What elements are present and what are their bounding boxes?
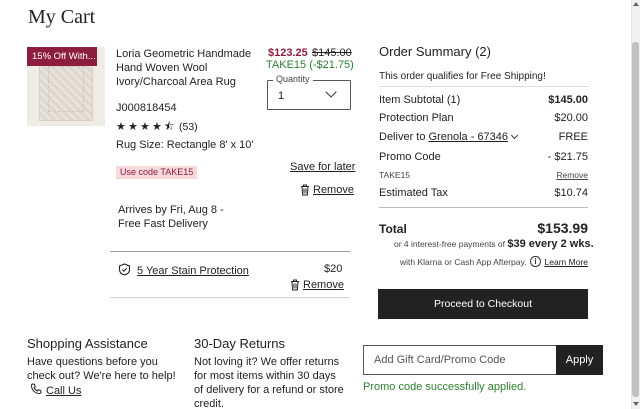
stain-protection-price: $20	[324, 263, 343, 275]
product-size: Rug Size: Rectangle 8' x 10'	[116, 139, 254, 151]
returns-title: 30-Day Returns	[194, 336, 286, 351]
info-icon[interactable]: i	[530, 256, 541, 267]
apply-button[interactable]: Apply	[556, 345, 603, 375]
divider	[110, 251, 350, 252]
deliver-to-label: Deliver to Grenola - 67346	[379, 131, 519, 143]
scroll-thumb[interactable]	[632, 42, 639, 397]
summary-row-subtotal: Item Subtotal (1) $145.00	[379, 94, 588, 106]
call-us-label: Call Us	[46, 384, 82, 397]
rug-thumbnail	[39, 57, 93, 121]
call-us-link[interactable]: Call Us	[30, 383, 81, 398]
shopping-assistance-title: Shopping Assistance	[27, 336, 148, 351]
summary-row-tax: Estimated Tax $10.74	[379, 187, 588, 199]
divider	[110, 297, 350, 298]
estimated-tax-value: $10.74	[554, 187, 588, 199]
remove-label: Remove	[313, 184, 354, 196]
star-icon: ★	[140, 120, 150, 133]
total-value: $153.99	[537, 220, 588, 236]
trash-icon	[300, 184, 310, 196]
installments-prefix: or 4 interest-free payments of	[394, 239, 508, 249]
page-scrollbar[interactable]	[631, 0, 640, 409]
protection-plan-label: Protection Plan	[379, 112, 454, 124]
quantity-label: Quantity	[273, 74, 313, 84]
quantity-value: 1	[278, 90, 285, 102]
stain-protection-item[interactable]: 5 Year Stain Protection	[118, 263, 249, 279]
free-shipping-notice: This order qualifies for Free Shipping!	[379, 71, 546, 82]
half-star-icon: ⯪	[164, 120, 175, 133]
star-icon: ★	[128, 120, 138, 133]
promo-code-label: Promo Code	[379, 151, 441, 163]
save-for-later-link[interactable]: Save for later	[290, 161, 355, 173]
stain-protection-link[interactable]: 5 Year Stain Protection	[137, 265, 249, 277]
delivery-location-link[interactable]: Grenola - 67346	[429, 131, 509, 143]
chevron-down-icon[interactable]	[510, 131, 519, 140]
divider	[379, 86, 588, 87]
proceed-to-checkout-button[interactable]: Proceed to Checkout	[378, 289, 588, 319]
returns-text: Not loving it? We offer returns for most…	[194, 356, 344, 409]
installments-amount: $39 every 2 wks.	[507, 238, 594, 250]
summary-row-delivery: Deliver to Grenola - 67346 FREE	[379, 131, 588, 143]
order-summary-title: Order Summary (2)	[379, 44, 491, 59]
delivery-estimate: Arrives by Fri, Aug 8 - Free Fast Delive…	[118, 204, 224, 230]
promo-success-message: Promo code successfully applied.	[363, 381, 527, 393]
shield-check-icon	[118, 263, 131, 279]
divider	[379, 207, 588, 208]
scroll-up-arrow-icon[interactable]	[633, 2, 639, 6]
use-code-badge: Use code TAKE15	[116, 166, 198, 179]
total-label: Total	[379, 222, 407, 236]
subtotal-value: $145.00	[548, 94, 588, 106]
product-sku: J000818454	[116, 102, 177, 114]
klarna-afterpay-info: with Klarna or Cash App Afterpay. i Lear…	[400, 256, 588, 267]
summary-row-protection: Protection Plan $20.00	[379, 112, 588, 124]
remove-promo-link[interactable]: Remove	[556, 170, 588, 180]
subtotal-label: Item Subtotal (1)	[379, 94, 461, 106]
remove-item-button[interactable]: Remove	[300, 184, 354, 196]
learn-more-link[interactable]: Learn More	[545, 257, 588, 267]
product-rating[interactable]: ★ ★ ★ ★ ⯪ (53)	[116, 121, 198, 133]
estimated-tax-label: Estimated Tax	[379, 187, 448, 199]
rating-count: (53)	[179, 121, 198, 133]
page-title: My Cart	[28, 6, 96, 28]
phone-icon	[30, 383, 42, 398]
gift-card-promo-input[interactable]	[363, 345, 557, 375]
protection-plan-value: $20.00	[554, 112, 588, 124]
product-name-link[interactable]: Loria Geometric Handmade Hand Woven Wool…	[116, 47, 256, 89]
shopping-assistance-text: Have questions before you check out? We'…	[27, 356, 176, 382]
deliver-to-prefix: Deliver to	[379, 131, 429, 143]
remove-label: Remove	[303, 279, 344, 291]
remove-protection-button[interactable]: Remove	[290, 279, 344, 291]
sale-price: $123.25	[268, 47, 308, 59]
promo-price-line: TAKE15 (-$21.75)	[266, 59, 354, 71]
summary-row-promo: Promo Code - $21.75	[379, 151, 588, 163]
scroll-down-arrow-icon[interactable]	[633, 402, 639, 406]
installments-text: or 4 interest-free payments of $39 every…	[394, 238, 594, 250]
delivery-value: FREE	[558, 131, 588, 143]
star-icon: ★	[152, 120, 162, 133]
klarna-text: with Klarna or Cash App Afterpay.	[400, 256, 527, 267]
discount-badge: 15% Off With...	[27, 47, 97, 66]
applied-promo-code: TAKE15	[379, 170, 411, 180]
star-icon: ★	[116, 120, 126, 133]
summary-row-promo-code: TAKE15 Remove	[379, 170, 588, 180]
original-price: $145.00	[312, 47, 352, 59]
promo-code-value: - $21.75	[547, 151, 588, 163]
trash-icon	[290, 279, 300, 291]
